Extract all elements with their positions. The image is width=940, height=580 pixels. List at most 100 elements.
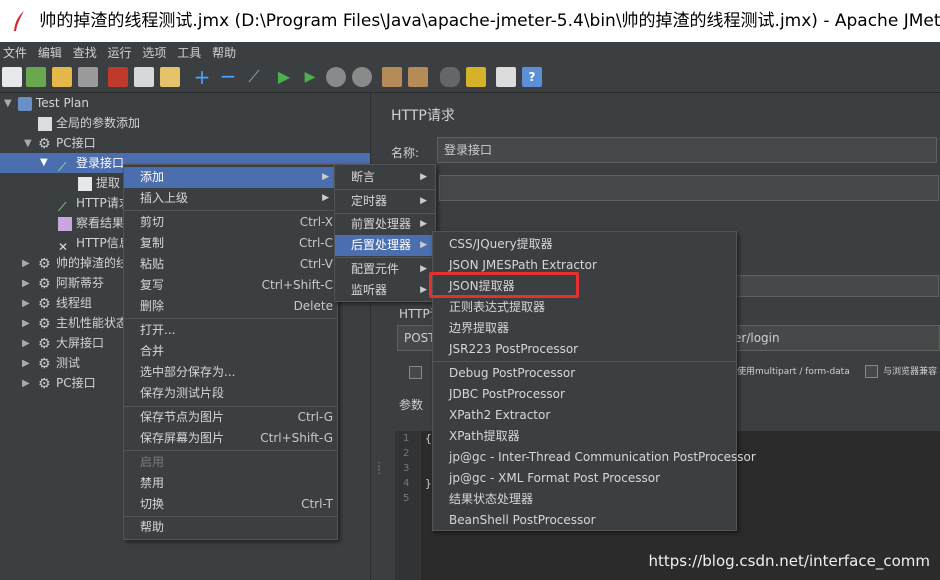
tree-item-big-screen[interactable]: ⚙ 大屏接口 xyxy=(38,333,104,353)
menu-item-merge[interactable]: 合并 xyxy=(124,341,337,362)
menu-item-add[interactable]: 添加 ▶ xyxy=(124,167,337,188)
tree-item-asdf[interactable]: ⚙ 阿斯蒂芬 xyxy=(38,273,104,293)
menu-item-boundary-extractor[interactable]: 边界提取器 xyxy=(433,318,736,339)
chevron-right-icon[interactable]: ▶ xyxy=(22,299,32,309)
tree-item-thread-group-1[interactable]: ⚙ 帅的掉渣的线 xyxy=(38,253,128,273)
menu-item-xml-format[interactable]: jp@gc - XML Format Post Processor xyxy=(433,468,736,489)
start-no-pause-icon[interactable]: ▶ xyxy=(300,67,320,87)
templates-icon[interactable] xyxy=(26,67,46,87)
comments-field[interactable] xyxy=(439,175,939,201)
menu-separator xyxy=(335,257,435,258)
menu-separator xyxy=(124,318,337,319)
tree-item-extract[interactable]: 提取 xyxy=(78,173,120,193)
menu-item-regex-extractor[interactable]: 正则表达式提取器 xyxy=(433,297,736,318)
menu-item-jdbc[interactable]: JDBC PostProcessor xyxy=(433,384,736,405)
menu-item-beanshell[interactable]: BeanShell PostProcessor xyxy=(433,510,736,531)
chevron-right-icon[interactable]: ▶ xyxy=(22,339,32,349)
menu-tools[interactable]: 工具 xyxy=(174,42,205,64)
chevron-right-icon[interactable]: ▶ xyxy=(22,359,32,369)
tree-item-test[interactable]: ⚙ 测试 xyxy=(38,353,80,373)
gear-icon: ⚙ xyxy=(38,315,51,332)
menu-item-save-node-image[interactable]: 保存节点为图片 Ctrl-G xyxy=(124,407,337,428)
chevron-down-icon[interactable]: ▼ xyxy=(24,139,34,149)
red-highlight-box xyxy=(429,272,579,298)
name-field[interactable]: 登录接口 xyxy=(437,137,937,163)
chevron-right-icon[interactable]: ▶ xyxy=(22,319,32,329)
tree-item-pc-api-2[interactable]: ⚙ PC接口 xyxy=(38,373,96,393)
menu-item-insert-parent[interactable]: 插入上级 ▶ xyxy=(124,188,337,209)
function-helper-icon[interactable] xyxy=(496,67,516,87)
menu-item-copy[interactable]: 复制 Ctrl-C xyxy=(124,233,337,254)
paste-icon[interactable] xyxy=(160,67,180,87)
tree-item-http-request[interactable]: ⟋ HTTP请求 xyxy=(58,193,131,214)
menu-item-config-elements[interactable]: 配置元件 ▶ xyxy=(335,259,435,280)
chevron-down-icon[interactable]: ▼ xyxy=(4,99,14,109)
menu-item-pre-processors[interactable]: 前置处理器 ▶ xyxy=(335,214,435,235)
tree-item-view-results[interactable]: 察看结果 xyxy=(58,213,124,233)
search-icon[interactable] xyxy=(440,67,460,87)
menu-item-xpath2[interactable]: XPath2 Extractor xyxy=(433,405,736,426)
menu-item-duplicate[interactable]: 复写 Ctrl+Shift-C xyxy=(124,275,337,296)
menu-item-disable[interactable]: 禁用 xyxy=(124,473,337,494)
menu-item-open[interactable]: 打开... xyxy=(124,320,337,341)
method-select[interactable]: POST xyxy=(397,325,437,351)
shutdown-icon[interactable] xyxy=(352,67,372,87)
menu-item-result-status[interactable]: 结果状态处理器 xyxy=(433,489,736,510)
tree-item-global-params[interactable]: 全局的参数添加 xyxy=(38,113,140,133)
start-icon[interactable]: ▶ xyxy=(274,67,294,87)
stop-icon[interactable] xyxy=(326,67,346,87)
chevron-right-icon[interactable]: ▶ xyxy=(22,279,32,289)
tree-item-pc-api[interactable]: ⚙ PC接口 xyxy=(38,133,96,153)
params-tab[interactable]: 参数 xyxy=(399,396,423,413)
chevron-right-icon: ▶ xyxy=(420,172,427,182)
cut-icon[interactable] xyxy=(108,67,128,87)
menu-search[interactable]: 查找 xyxy=(70,42,101,64)
chevron-down-icon[interactable]: ▼ xyxy=(40,158,50,168)
menu-item-debug[interactable]: Debug PostProcessor xyxy=(433,363,736,384)
tree-item-host-perf[interactable]: ⚙ 主机性能状态 xyxy=(38,313,128,333)
menu-item-timers[interactable]: 定时器 ▶ xyxy=(335,191,435,212)
chevron-right-icon: ▶ xyxy=(420,240,427,250)
path-field[interactable]: er/login xyxy=(727,325,940,351)
menu-item-help[interactable]: 帮助 xyxy=(124,517,337,538)
gear-icon: ⚙ xyxy=(38,375,51,392)
collapse-icon[interactable]: − xyxy=(218,66,238,87)
menu-run[interactable]: 运行 xyxy=(105,42,136,64)
help-icon[interactable]: ? xyxy=(522,67,542,87)
clear-icon[interactable] xyxy=(382,67,402,87)
open-icon[interactable] xyxy=(52,67,72,87)
tree-item-test-plan[interactable]: Test Plan xyxy=(18,93,89,113)
menu-item-save-selection[interactable]: 选中部分保存为... xyxy=(124,362,337,383)
tree-item-thread-group[interactable]: ⚙ 线程组 xyxy=(38,293,92,313)
menu-file[interactable]: 文件 xyxy=(0,42,31,64)
menu-item-listeners[interactable]: 监听器 ▶ xyxy=(335,280,435,301)
menu-item-toggle[interactable]: 切换 Ctrl-T xyxy=(124,494,337,515)
reset-search-icon[interactable] xyxy=(466,67,486,87)
tree-item-http-header[interactable]: ✕ HTTP信息 xyxy=(58,233,131,254)
browser-compat-checkbox[interactable] xyxy=(865,365,878,378)
save-icon[interactable] xyxy=(78,67,98,87)
new-icon[interactable] xyxy=(2,67,22,87)
menu-item-inter-thread[interactable]: jp@gc - Inter-Thread Communication PostP… xyxy=(433,447,756,468)
menu-item-jsr223[interactable]: JSR223 PostProcessor xyxy=(433,339,736,360)
menu-item-delete[interactable]: 删除 Delete xyxy=(124,296,337,317)
expand-icon[interactable]: + xyxy=(192,67,212,87)
menu-item-cut[interactable]: 剪切 Ctrl-X xyxy=(124,212,337,233)
chevron-right-icon[interactable]: ▶ xyxy=(22,259,32,269)
copy-icon[interactable] xyxy=(134,67,154,87)
menu-edit[interactable]: 编辑 xyxy=(35,42,66,64)
chevron-right-icon[interactable]: ▶ xyxy=(22,379,32,389)
redirect-checkbox[interactable] xyxy=(409,366,422,379)
menu-item-assertions[interactable]: 断言 ▶ xyxy=(335,167,435,188)
menu-item-css-jquery[interactable]: CSS/JQuery提取器 xyxy=(433,234,736,255)
menu-item-save-screen-image[interactable]: 保存屏幕为图片 Ctrl+Shift-G xyxy=(124,428,337,449)
code-area[interactable]: { } xyxy=(425,431,432,491)
menu-item-paste[interactable]: 粘贴 Ctrl-V xyxy=(124,254,337,275)
menu-item-save-fragment[interactable]: 保存为测试片段 xyxy=(124,383,337,404)
menu-item-xpath[interactable]: XPath提取器 xyxy=(433,426,736,447)
menu-item-post-processors[interactable]: 后置处理器 ▶ xyxy=(335,235,435,256)
clear-all-icon[interactable] xyxy=(408,67,428,87)
menu-help[interactable]: 帮助 xyxy=(209,42,240,64)
menu-options[interactable]: 选项 xyxy=(139,42,170,64)
toggle-icon[interactable]: ⟋ xyxy=(244,67,264,87)
